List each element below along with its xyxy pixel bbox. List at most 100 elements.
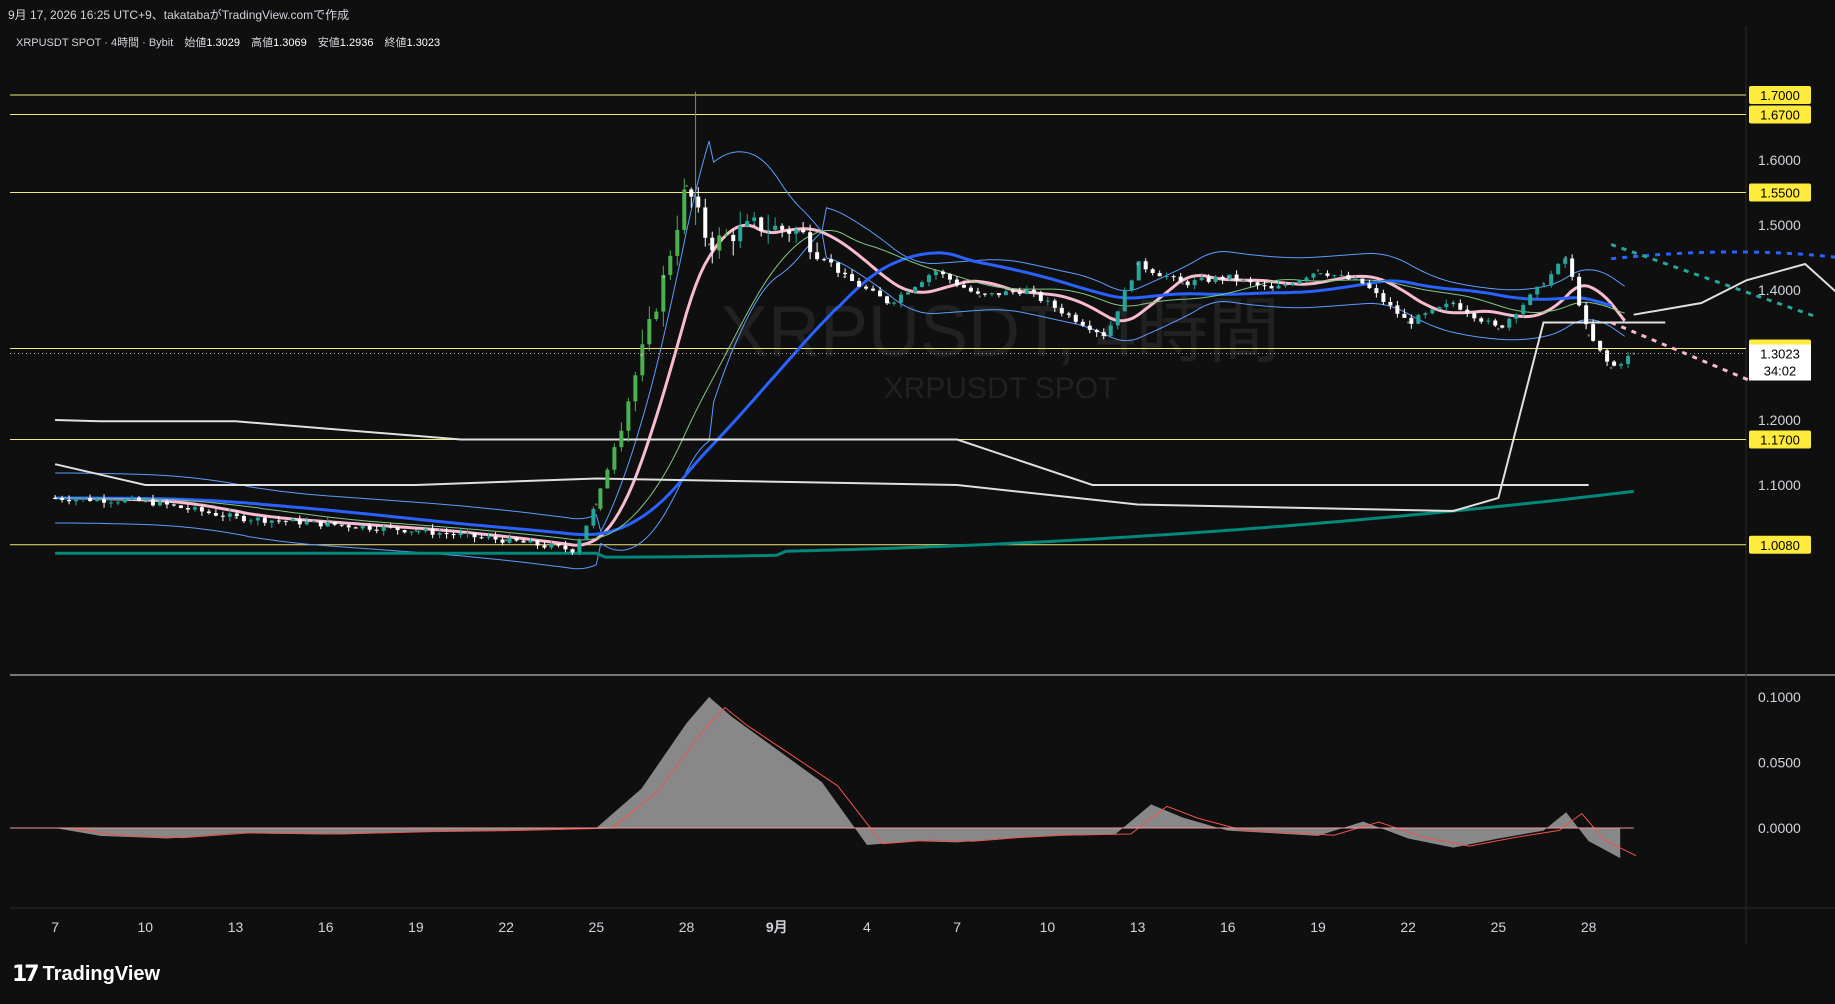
candle-body: [95, 499, 100, 501]
candle-body: [234, 513, 239, 516]
candle-body: [213, 513, 218, 516]
candle-body: [1339, 275, 1344, 277]
candle-body: [1003, 291, 1008, 296]
candle-body: [745, 220, 750, 227]
candle-body: [136, 497, 141, 501]
price-key-point: [978, 295, 981, 298]
candle-body: [185, 507, 190, 510]
candle-body: [255, 517, 260, 521]
candle-body: [808, 232, 813, 253]
candle-body: [1220, 276, 1225, 280]
time-tick-label: 7: [51, 919, 59, 935]
candle-body: [787, 229, 792, 234]
candle-body: [241, 515, 246, 522]
candle-body: [1143, 261, 1148, 270]
candle-body: [1619, 364, 1624, 366]
candle-body: [1325, 273, 1330, 276]
oscillator-tick-label: 0.0000: [1758, 820, 1801, 836]
candle-body: [996, 293, 1001, 296]
candle-body: [584, 525, 589, 541]
candle-body: [591, 508, 596, 526]
candle-body: [1199, 277, 1204, 281]
candle-body: [892, 302, 897, 304]
candle-body: [1304, 277, 1309, 281]
candle-body: [982, 293, 987, 295]
candle-body: [710, 237, 715, 251]
candle-body: [1290, 283, 1295, 285]
candle-body: [290, 519, 295, 522]
time-tick-label: 13: [228, 919, 244, 935]
time-tick-label: 19: [408, 919, 424, 935]
candle-body: [1479, 318, 1484, 322]
candle-body: [794, 229, 799, 234]
candle-body: [899, 294, 904, 303]
candle-body: [731, 234, 736, 242]
candle-body: [640, 344, 645, 376]
candle-body: [549, 544, 554, 548]
candle-body: [388, 526, 393, 528]
price-key-point: [1104, 334, 1108, 337]
price-key-point: [595, 503, 598, 506]
candle-body: [1150, 269, 1155, 274]
candle-body: [926, 275, 931, 283]
tradingview-logo[interactable]: 17 TradingView: [12, 962, 160, 987]
candle-body: [1374, 288, 1379, 294]
candle-body: [199, 507, 204, 512]
candle-body: [458, 533, 463, 536]
candle-body: [479, 537, 484, 539]
candle-body: [703, 207, 708, 238]
candle-body: [612, 447, 617, 470]
legend-high-label: 高値: [251, 35, 273, 49]
time-tick-label: 28: [679, 919, 695, 935]
candle-body: [430, 528, 435, 535]
candle-body: [1241, 279, 1246, 281]
candle-body: [1556, 263, 1561, 275]
time-tick-label: 22: [1400, 919, 1416, 935]
candle-body: [850, 274, 855, 281]
price-key-point: [572, 548, 575, 552]
candle-body: [1584, 305, 1589, 325]
time-tick-label: 7: [953, 919, 961, 935]
candle-body: [1577, 276, 1582, 306]
price-key-point: [707, 243, 711, 246]
level-badge-label: 1.6700: [1760, 108, 1800, 123]
candle-body: [1038, 292, 1043, 301]
candle-body: [682, 189, 687, 230]
price-key-point: [1497, 327, 1500, 331]
candle-body: [668, 255, 673, 275]
candle-body: [444, 533, 449, 535]
price-key-point: [1609, 366, 1613, 370]
candle-body: [1535, 286, 1540, 295]
time-tick-label: 9月: [766, 919, 788, 935]
chart-area[interactable]: XRPUSDT, 4時間 XRPUSDT SPOT XRPUSDT SPOT ·…: [0, 26, 1835, 944]
price-key-point: [1226, 275, 1229, 279]
candle-body: [556, 544, 561, 546]
candle-body: [521, 540, 526, 543]
candle-body: [1444, 303, 1449, 308]
candle-body: [88, 497, 93, 501]
candle-body: [1108, 325, 1113, 336]
candle-body: [500, 539, 505, 543]
level-badge-label: 1.5500: [1760, 186, 1800, 201]
legend-open-value: 1.3029: [206, 37, 240, 49]
candle-body: [885, 296, 890, 304]
candle-body: [535, 540, 540, 546]
candle-body: [171, 504, 176, 506]
candle-body: [60, 498, 65, 500]
candle-body: [1465, 309, 1470, 314]
candle-body: [1388, 301, 1393, 306]
price-tick-label: 1.5000: [1758, 217, 1801, 233]
watermark-title: XRPUSDT, 4時間: [720, 292, 1280, 372]
time-tick-label: 25: [589, 919, 605, 935]
candle-body: [738, 226, 743, 242]
price-key-point: [798, 230, 801, 233]
candle-body: [1318, 273, 1323, 275]
price-chart-svg[interactable]: XRPUSDT, 4時間 XRPUSDT SPOT XRPUSDT SPOT ·…: [0, 26, 1835, 944]
candle-body: [919, 282, 924, 287]
candle-body: [1059, 307, 1064, 314]
candle-body: [416, 531, 421, 533]
candle-body: [1486, 320, 1491, 322]
candle-body: [1094, 329, 1099, 333]
candle-body: [1311, 273, 1316, 278]
candle-body: [766, 230, 771, 232]
